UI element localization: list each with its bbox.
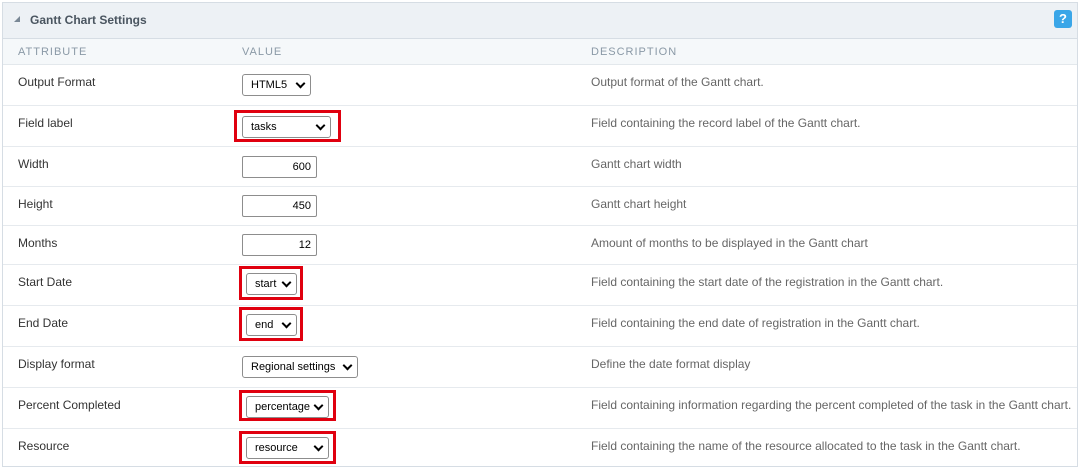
start-date-select[interactable]: start [246,273,297,295]
collapse-triangle-icon[interactable] [14,16,20,22]
attribute-description: Define the date format display [591,357,751,371]
attribute-description: Gantt chart height [591,197,687,211]
select-value: end [255,319,274,331]
setting-row-months: Months 12 Amount of months to be display… [3,226,1077,265]
column-header-value: VALUE [242,46,283,58]
attribute-label: Percent Completed [18,398,121,412]
chevron-down-icon [295,78,306,89]
setting-row-width: Width 600 Gantt chart width [3,147,1077,187]
setting-row-display-format: Display format Regional settings Define … [3,347,1077,388]
chevron-down-icon [342,360,353,371]
width-input[interactable]: 600 [242,156,317,178]
select-value: start [255,278,277,290]
column-header-attribute: ATTRIBUTE [18,46,88,58]
attribute-label: Months [18,236,58,250]
attribute-label: Resource [18,439,70,453]
attribute-label: Height [18,197,53,211]
attribute-label: Start Date [18,275,73,289]
select-value: HTML5 [251,79,288,91]
field-label-select[interactable]: tasks [242,116,331,138]
attribute-description: Field containing information regarding t… [591,398,1072,412]
attribute-label: Display format [18,357,95,371]
setting-row-output-format: Output Format HTML5 Output format of the… [3,65,1077,106]
panel-header: Gantt Chart Settings ? [3,3,1077,39]
column-header-description: DESCRIPTION [591,46,678,58]
chevron-down-icon [315,120,326,131]
resource-select[interactable]: resource [246,437,329,459]
gantt-settings-panel: Gantt Chart Settings ? ATTRIBUTE VALUE D… [2,2,1078,467]
chevron-down-icon [313,441,324,452]
attribute-label: Field label [18,116,73,130]
setting-row-end-date: End Date end Field containing the end da… [3,306,1077,347]
attribute-description: Field containing the start date of the r… [591,275,944,289]
attribute-description: Amount of months to be displayed in the … [591,236,868,250]
attribute-description: Gantt chart width [591,157,682,171]
output-format-select[interactable]: HTML5 [242,74,311,96]
select-value: tasks [251,121,277,133]
help-button[interactable]: ? [1054,10,1072,28]
setting-row-height: Height 450 Gantt chart height [3,187,1077,226]
select-value: percentage [255,401,311,413]
months-input[interactable]: 12 [242,234,317,256]
setting-row-start-date: Start Date start Field containing the st… [3,265,1077,306]
chevron-down-icon [313,400,324,411]
end-date-select[interactable]: end [246,314,297,336]
height-input[interactable]: 450 [242,195,317,217]
attribute-label: Width [18,157,49,171]
attribute-label: Output Format [18,75,96,89]
display-format-select[interactable]: Regional settings [242,356,358,378]
attribute-description: Field containing the name of the resourc… [591,439,1021,453]
chevron-down-icon [281,277,292,288]
setting-row-resource: Resource resource Field containing the n… [3,429,1077,467]
chevron-down-icon [281,318,292,329]
attribute-label: End Date [18,316,69,330]
setting-row-field-label: Field label tasks Field containing the r… [3,106,1077,147]
select-value: resource [255,442,298,454]
panel-title: Gantt Chart Settings [30,13,147,27]
attribute-description: Field containing the record label of the… [591,116,861,130]
percent-completed-select[interactable]: percentage [246,396,329,418]
select-value: Regional settings [251,361,336,373]
setting-row-percent-completed: Percent Completed percentage Field conta… [3,388,1077,429]
attribute-description: Field containing the end date of registr… [591,316,920,330]
column-header-row: ATTRIBUTE VALUE DESCRIPTION [3,39,1077,65]
attribute-description: Output format of the Gantt chart. [591,75,764,89]
